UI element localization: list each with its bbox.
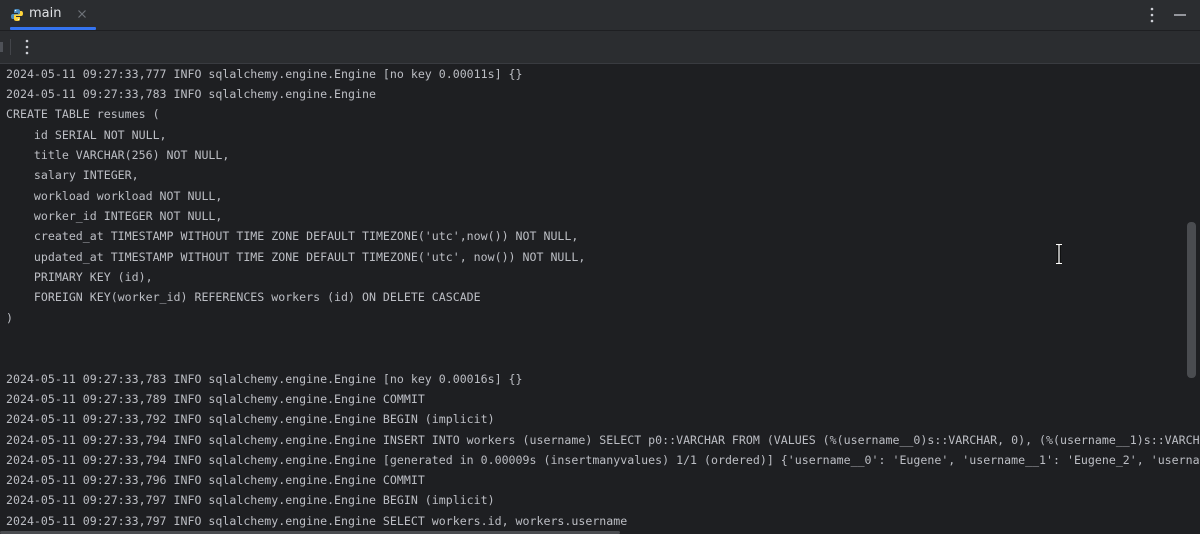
- console-line: 2024-05-11 09:27:33,797 INFO sqlalchemy.…: [6, 493, 495, 507]
- console-line: worker_id INTEGER NOT NULL,: [6, 209, 223, 223]
- run-tool-window: main 2024-05-11 09:27:33,777 INFO sqlalc…: [0, 0, 1200, 534]
- console-line: FOREIGN KEY(worker_id) REFERENCES worker…: [6, 290, 481, 304]
- toolbar-divider: [10, 39, 11, 55]
- console-line: 2024-05-11 09:27:33,789 INFO sqlalchemy.…: [6, 392, 425, 406]
- console-line: title VARCHAR(256) NOT NULL,: [6, 148, 230, 162]
- text-cursor-icon: [1056, 243, 1062, 265]
- console-line: 2024-05-11 09:27:33,794 INFO sqlalchemy.…: [6, 453, 1200, 467]
- console-output[interactable]: 2024-05-11 09:27:33,777 INFO sqlalchemy.…: [0, 64, 1200, 534]
- close-icon[interactable]: [76, 8, 88, 20]
- vertical-ellipsis-icon[interactable]: [1144, 5, 1160, 25]
- console-toolbar: [0, 31, 1200, 64]
- console-line: 2024-05-11 09:27:33,783 INFO sqlalchemy.…: [6, 372, 523, 386]
- active-tab-indicator: [10, 27, 96, 30]
- console-line: ): [6, 311, 13, 325]
- console-line: 2024-05-11 09:27:33,797 INFO sqlalchemy.…: [6, 514, 628, 528]
- python-icon: [11, 9, 23, 21]
- tab-bar: main: [0, 0, 1200, 31]
- minimize-icon[interactable]: [1172, 5, 1188, 25]
- vertical-ellipsis-icon[interactable]: [19, 37, 35, 57]
- console-line: salary INTEGER,: [6, 168, 139, 182]
- console-line: 2024-05-11 09:27:33,792 INFO sqlalchemy.…: [6, 412, 495, 426]
- toolbar-edge: [0, 42, 3, 52]
- console-line: 2024-05-11 09:27:33,783 INFO sqlalchemy.…: [6, 87, 376, 101]
- console-line: updated_at TIMESTAMP WITHOUT TIME ZONE D…: [6, 250, 586, 264]
- console-line: 2024-05-11 09:27:33,794 INFO sqlalchemy.…: [6, 433, 1200, 447]
- tab-label: main: [29, 6, 62, 21]
- console-line: PRIMARY KEY (id),: [6, 270, 153, 284]
- console-line: 2024-05-11 09:27:33,796 INFO sqlalchemy.…: [6, 473, 425, 487]
- vertical-scrollbar-thumb[interactable]: [1187, 222, 1196, 378]
- console-line: 2024-05-11 09:27:33,777 INFO sqlalchemy.…: [6, 67, 523, 81]
- console-line: CREATE TABLE resumes (: [6, 107, 160, 121]
- console-line: workload workload NOT NULL,: [6, 189, 223, 203]
- console-line: created_at TIMESTAMP WITHOUT TIME ZONE D…: [6, 229, 579, 243]
- console-line: id SERIAL NOT NULL,: [6, 128, 167, 142]
